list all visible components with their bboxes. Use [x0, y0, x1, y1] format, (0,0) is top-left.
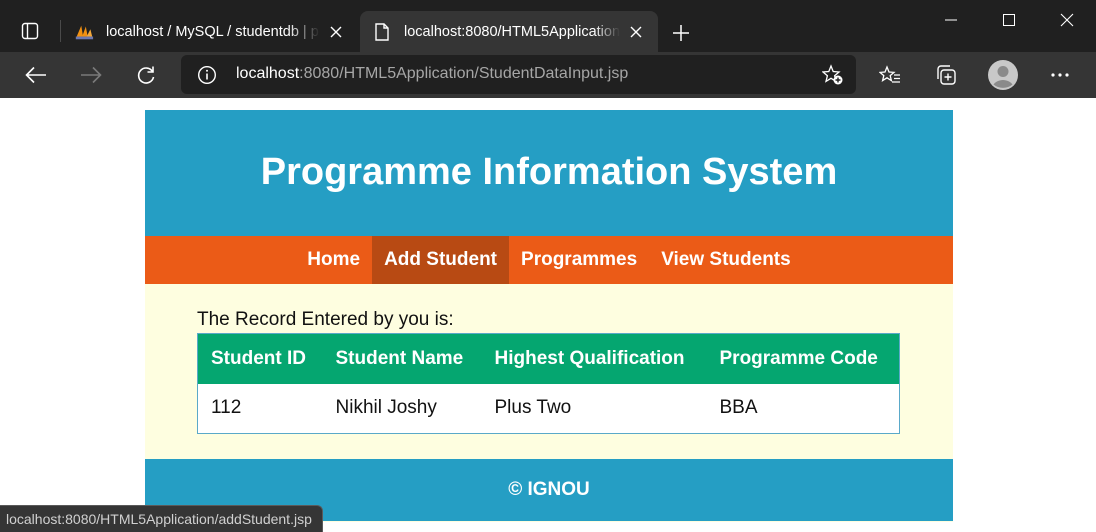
close-icon — [1060, 13, 1074, 27]
close-window-button[interactable] — [1038, 0, 1096, 40]
table-header-row: Student ID Student Name Highest Qualific… — [197, 333, 900, 384]
settings-more-button[interactable] — [1043, 58, 1077, 92]
cell-programme-code: BBA — [719, 397, 758, 419]
maximize-button[interactable] — [980, 0, 1038, 40]
tab-actions-button[interactable] — [10, 14, 50, 48]
minimize-button[interactable] — [922, 0, 980, 40]
column-header-qualification: Highest Qualification — [481, 333, 707, 384]
reading-list-button[interactable] — [873, 58, 907, 92]
cell-student-name: Nikhil Joshy — [335, 397, 437, 419]
record-table: Student ID Student Name Highest Qualific… — [197, 333, 900, 434]
table-row: 112 Nikhil Joshy Plus Two BBA — [198, 384, 900, 434]
tab-title: localhost / MySQL / studentdb | p — [106, 23, 319, 40]
page-title: Programme Information System — [260, 150, 838, 193]
new-tab-button[interactable] — [666, 18, 696, 48]
back-arrow-icon — [25, 66, 46, 84]
cell-student-id: 112 — [211, 397, 242, 419]
close-tab-icon[interactable] — [626, 22, 646, 42]
cell-qualification: Plus Two — [494, 397, 572, 419]
minimize-icon — [945, 19, 957, 21]
collections-button[interactable] — [929, 58, 963, 92]
refresh-button[interactable] — [129, 58, 163, 92]
nav-home-link[interactable]: Home — [295, 236, 372, 284]
page-icon — [372, 22, 392, 42]
profile-button[interactable] — [986, 58, 1020, 92]
tab-phpmyadmin[interactable]: localhost / MySQL / studentdb | p — [62, 11, 358, 52]
phpmyadmin-icon — [74, 22, 94, 42]
collections-icon — [937, 65, 956, 85]
nav-programmes-link[interactable]: Programmes — [509, 236, 649, 284]
site-header: Programme Information System — [145, 110, 953, 236]
address-url[interactable]: localhost:8080/HTML5Application/StudentD… — [236, 65, 628, 83]
tab-separator — [60, 20, 61, 42]
column-header-student-name: Student Name — [322, 333, 482, 384]
close-tab-icon[interactable] — [326, 22, 346, 42]
nav-add-student-link[interactable]: Add Student — [372, 236, 510, 284]
avatar-icon — [988, 60, 1018, 90]
refresh-icon — [137, 66, 155, 84]
column-header-programme-code: Programme Code — [706, 333, 900, 384]
browser-titlebar: localhost / MySQL / studentdb | p localh… — [0, 0, 1096, 52]
forward-button[interactable] — [74, 58, 108, 92]
url-host: localhost — [236, 65, 300, 82]
nav-view-students-link[interactable]: View Students — [649, 236, 803, 284]
maximize-icon — [1003, 14, 1015, 26]
info-icon[interactable] — [197, 65, 217, 85]
more-dots-icon — [1051, 73, 1069, 77]
page-container: Programme Information System Home Add St… — [145, 110, 953, 522]
tab-active-page[interactable]: localhost:8080/HTML5Application/Stu — [360, 11, 658, 52]
tab-actions-icon — [21, 22, 39, 40]
add-favorite-icon[interactable] — [822, 64, 844, 86]
back-button[interactable] — [19, 58, 53, 92]
favorites-list-icon — [879, 65, 900, 83]
tab-title: localhost:8080/HTML5Application/Stu — [404, 23, 620, 40]
column-header-student-id: Student ID — [197, 333, 323, 384]
plus-icon — [673, 25, 689, 41]
url-path: :8080/HTML5Application/StudentDataInput.… — [299, 65, 629, 82]
address-bar[interactable]: localhost:8080/HTML5Application/StudentD… — [181, 55, 856, 94]
forward-arrow-icon — [81, 66, 102, 84]
footer-copyright: © IGNOU — [508, 479, 590, 500]
nav-bar: Home Add Student Programmes View Student… — [145, 236, 953, 284]
record-label: The Record Entered by you is: — [197, 309, 454, 330]
status-bar-url: localhost:8080/HTML5Application/addStude… — [0, 505, 323, 532]
